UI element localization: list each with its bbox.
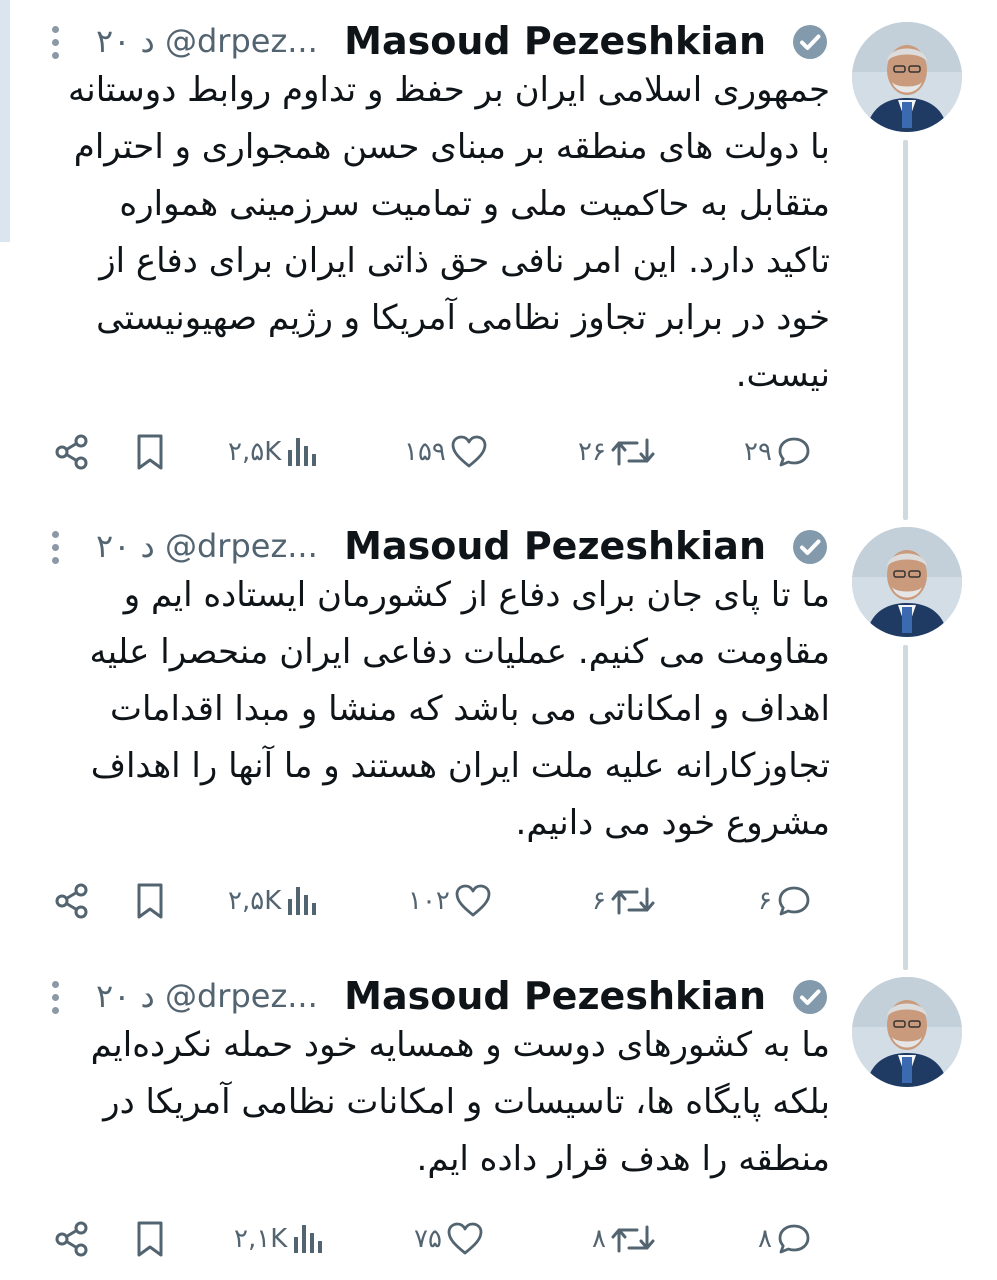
like-icon — [451, 435, 487, 468]
verified-badge-icon — [790, 22, 830, 62]
reply-count: ۸ — [758, 1224, 772, 1254]
bookmark-icon — [137, 1221, 163, 1257]
tweet-meta: ۲۰ د @drpez... — [96, 525, 318, 567]
tweet-time: ۲۰ د — [96, 527, 155, 565]
bookmark-icon — [137, 434, 163, 470]
views-count: ۲,۱K — [234, 1224, 288, 1254]
tweet-meta: ۲۰ د @drpez... — [96, 20, 318, 62]
share-button[interactable] — [52, 871, 92, 931]
reply-icon — [778, 886, 810, 916]
retweet-button[interactable]: ۶ — [592, 871, 656, 931]
like-button[interactable]: ۱۵۹ — [404, 422, 488, 482]
author-handle[interactable]: @drpez... — [165, 527, 318, 565]
share-icon — [55, 883, 88, 919]
more-options-icon[interactable] — [48, 531, 62, 567]
tweet-actions: ۲۹ ۲۶ ۱۵۹ ۲,۵K — [0, 422, 840, 482]
retweet-icon — [611, 1225, 655, 1253]
like-icon — [447, 1222, 483, 1255]
avatar[interactable] — [852, 22, 962, 132]
share-button[interactable] — [52, 422, 92, 482]
tweet-time: ۲۰ د — [96, 977, 155, 1015]
share-button[interactable] — [52, 1209, 92, 1269]
reply-button[interactable]: ۶ — [758, 871, 812, 931]
bookmark-button[interactable] — [132, 422, 168, 482]
like-button[interactable]: ۱۰۲ — [408, 871, 492, 931]
tweet-meta: ۲۰ د @drpez... — [96, 975, 318, 1017]
views-icon — [294, 1225, 323, 1253]
avatar[interactable] — [852, 977, 962, 1087]
tweet-text: جمهوری اسلامی ایران بر حفظ و تداوم روابط… — [68, 70, 830, 395]
views-icon — [288, 887, 317, 915]
reply-count: ۶ — [758, 886, 772, 916]
views-button[interactable]: ۲,۵K — [228, 422, 319, 482]
like-count: ۷۵ — [414, 1224, 442, 1254]
share-icon — [55, 1221, 88, 1257]
tweet-actions: ۶ ۶ ۱۰۲ ۲,۵K — [0, 871, 840, 931]
views-button[interactable]: ۲,۵K — [228, 871, 319, 931]
retweet-button[interactable]: ۲۶ — [578, 422, 656, 482]
bookmark-button[interactable] — [132, 871, 168, 931]
reply-button[interactable]: ۸ — [758, 1209, 812, 1269]
retweet-icon — [611, 438, 655, 466]
like-count: ۱۰۲ — [408, 886, 450, 916]
views-icon — [288, 438, 317, 466]
reply-button[interactable]: ۲۹ — [744, 422, 812, 482]
bookmark-button[interactable] — [132, 1209, 168, 1269]
author-name[interactable]: Masoud Pezeshkian — [344, 18, 766, 64]
verified-badge-icon — [790, 977, 830, 1017]
more-options-icon[interactable] — [48, 26, 62, 62]
verified-badge-icon — [790, 527, 830, 567]
retweet-count: ۸ — [592, 1224, 606, 1254]
views-count: ۲,۵K — [228, 886, 282, 916]
views-count: ۲,۵K — [228, 437, 282, 467]
author-name[interactable]: Masoud Pezeshkian — [344, 523, 766, 569]
reply-icon — [778, 1224, 810, 1254]
tweet-text: ما تا پای جان برای دفاع از کشورمان ایستا… — [89, 575, 830, 843]
bookmark-icon — [137, 883, 163, 919]
reply-count: ۲۹ — [744, 437, 772, 467]
tweet-actions: ۸ ۸ ۷۵ ۲,۱K — [0, 1209, 840, 1269]
reply-icon — [778, 437, 810, 467]
thread-connector-line — [903, 645, 908, 970]
retweet-count: ۲۶ — [578, 437, 606, 467]
like-count: ۱۵۹ — [404, 437, 446, 467]
author-name[interactable]: Masoud Pezeshkian — [344, 973, 766, 1019]
tweet-text: ما به کشورهای دوست و همسایه خود حمله نکر… — [90, 1025, 830, 1179]
author-handle[interactable]: @drpez... — [165, 977, 318, 1015]
thread-connector-line — [903, 140, 908, 520]
avatar[interactable] — [852, 527, 962, 637]
views-button[interactable]: ۲,۱K — [234, 1209, 325, 1269]
retweet-icon — [611, 887, 655, 915]
like-button[interactable]: ۷۵ — [414, 1209, 484, 1269]
tweet-time: ۲۰ د — [96, 22, 155, 60]
retweet-button[interactable]: ۸ — [592, 1209, 656, 1269]
like-icon — [455, 884, 491, 917]
share-icon — [55, 434, 88, 470]
more-options-icon[interactable] — [48, 981, 62, 1017]
author-handle[interactable]: @drpez... — [165, 22, 318, 60]
retweet-count: ۶ — [592, 886, 606, 916]
